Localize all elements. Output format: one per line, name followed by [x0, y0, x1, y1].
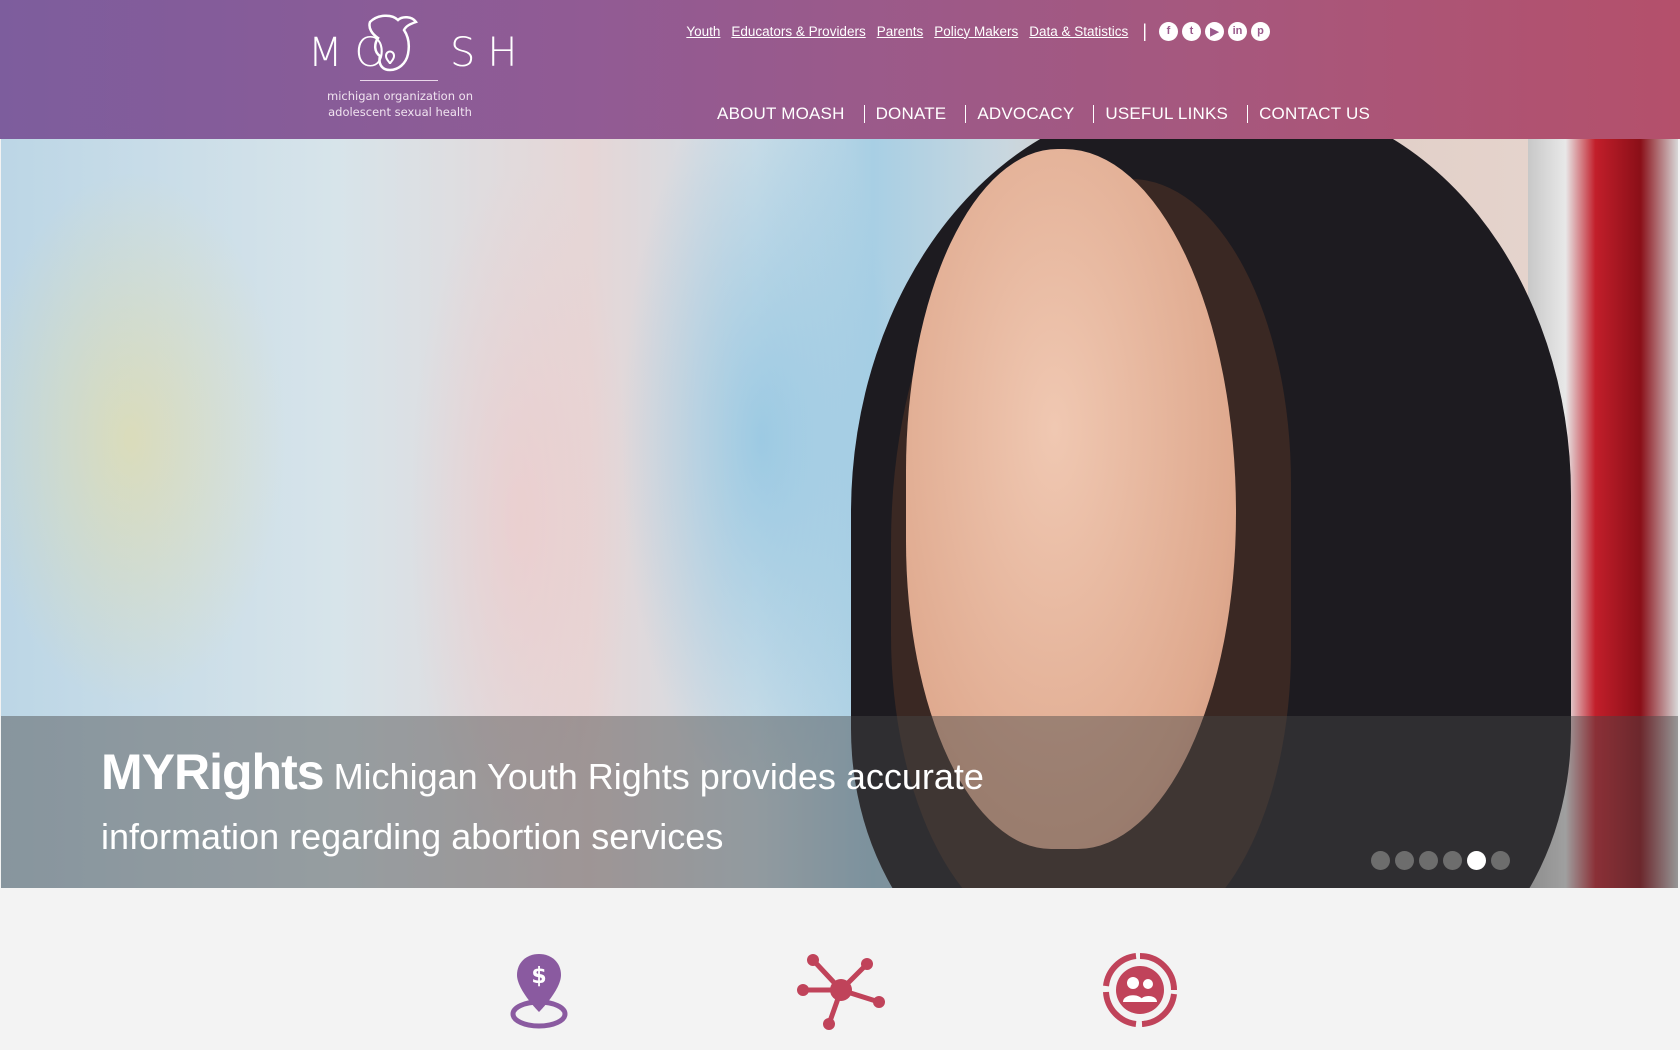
linkedin-icon[interactable]: in [1228, 21, 1247, 41]
location-dollar-icon[interactable]: $ [508, 952, 570, 1032]
slide-dot-1[interactable] [1371, 851, 1390, 870]
twitter-icon[interactable]: t [1182, 21, 1201, 41]
slide-dot-4[interactable] [1443, 851, 1462, 870]
links-separator: | [1142, 20, 1147, 41]
slide-dot-2[interactable] [1395, 851, 1414, 870]
group-cycle-icon[interactable] [1102, 952, 1178, 1028]
hero-brand: MYRights [101, 744, 325, 800]
main-nav: ABOUT MOASH DONATE ADVOCACY USEFUL LINKS… [717, 104, 1370, 124]
svg-text:$: $ [531, 964, 546, 989]
mosh-logo[interactable]: MO SH michigan organization on adolescent… [300, 12, 517, 127]
nav-divider [1247, 105, 1249, 123]
site-header: MO SH michigan organization on adolescent… [0, 0, 1680, 139]
slide-dot-6[interactable] [1491, 851, 1510, 870]
network-icon[interactable] [795, 954, 885, 1030]
logo-divider [360, 80, 438, 81]
link-data-statistics[interactable]: Data & Statistics [1029, 24, 1128, 39]
link-educators-providers[interactable]: Educators & Providers [731, 24, 865, 39]
slide-dot-5[interactable] [1467, 851, 1486, 870]
audience-links: Youth Educators & Providers Parents Poli… [675, 20, 1270, 42]
pinterest-icon[interactable]: p [1251, 21, 1270, 41]
link-youth[interactable]: Youth [686, 24, 720, 39]
link-parents[interactable]: Parents [877, 24, 924, 39]
michigan-mitten-icon [368, 14, 418, 72]
nav-donate[interactable]: DONATE [876, 104, 947, 124]
feature-icons-row: $ [0, 888, 1680, 1050]
hero-slider[interactable]: MYRights Michigan Youth Rights provides … [1, 139, 1678, 888]
hero-caption[interactable]: MYRights Michigan Youth Rights provides … [101, 742, 1081, 867]
social-links: f t ▶ in p [1159, 21, 1270, 41]
nav-about-moash[interactable]: ABOUT MOASH [717, 104, 845, 124]
nav-useful-links[interactable]: USEFUL LINKS [1105, 104, 1228, 124]
nav-contact-us[interactable]: CONTACT US [1259, 104, 1370, 124]
logo-tagline: michigan organization on adolescent sexu… [327, 89, 473, 119]
youtube-icon[interactable]: ▶ [1205, 21, 1224, 41]
nav-advocacy[interactable]: ADVOCACY [977, 104, 1074, 124]
nav-divider [863, 105, 865, 123]
facebook-icon[interactable]: f [1159, 21, 1178, 41]
slide-dot-3[interactable] [1419, 851, 1438, 870]
link-policy-makers[interactable]: Policy Makers [934, 24, 1018, 39]
slider-dots [1371, 851, 1510, 870]
nav-divider [965, 105, 967, 123]
nav-divider [1093, 105, 1095, 123]
